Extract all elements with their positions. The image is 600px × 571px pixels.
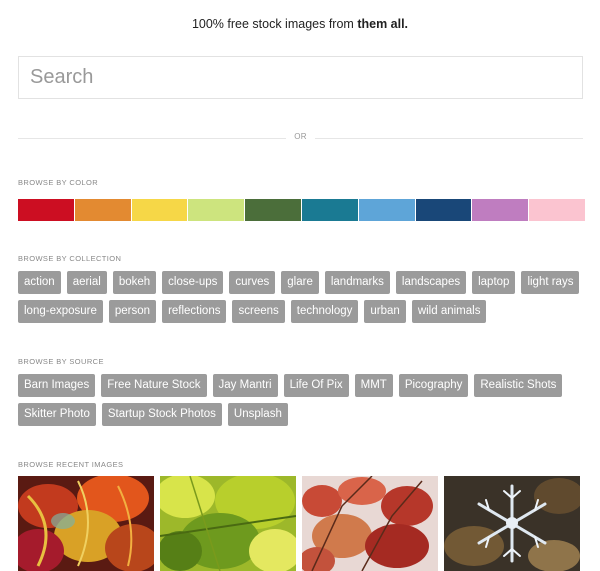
red-autumn-leaves-icon — [302, 476, 438, 571]
collection-tag-list: action aerial bokeh close-ups curves glare lan… — [18, 271, 588, 329]
color-swatch-4[interactable] — [188, 199, 245, 221]
collection-tag[interactable]: technology — [290, 300, 359, 323]
source-tag[interactable]: Free Nature Stock — [101, 374, 207, 397]
recent-image-green-leaves[interactable] — [160, 476, 296, 571]
snowflake-ornament-icon — [444, 476, 580, 571]
or-divider: OR — [18, 131, 583, 145]
collection-tag[interactable]: close-ups — [162, 271, 224, 294]
source-tag[interactable]: Unsplash — [227, 403, 288, 426]
collection-tag[interactable]: landmarks — [324, 271, 390, 294]
color-palette — [18, 199, 585, 221]
recent-images — [18, 476, 583, 571]
divider-line-right — [315, 138, 583, 139]
recent-image-colorful-leaves[interactable] — [18, 476, 154, 571]
source-tag[interactable]: Life Of Pix — [283, 374, 349, 397]
collection-tag[interactable]: long-exposure — [18, 300, 103, 323]
collection-tag[interactable]: light rays — [521, 271, 580, 294]
browse-by-source-label: BROWSE BY SOURCE — [18, 357, 104, 366]
source-tag[interactable]: Jay Mantri — [212, 374, 278, 397]
source-tag[interactable]: Barn Images — [18, 374, 96, 397]
color-swatch-6[interactable] — [301, 199, 358, 221]
source-tag[interactable]: Picography — [398, 374, 469, 397]
collection-tag[interactable]: person — [108, 300, 157, 323]
collection-tag[interactable]: urban — [364, 300, 406, 323]
browse-by-color-label: BROWSE BY COLOR — [18, 178, 99, 187]
collection-tag[interactable]: wild animals — [411, 300, 487, 323]
or-label: OR — [294, 132, 307, 141]
recent-image-red-leaves[interactable] — [302, 476, 438, 571]
search-input[interactable] — [19, 57, 582, 98]
browse-by-collection-label: BROWSE BY COLLECTION — [18, 254, 122, 263]
collection-tag[interactable]: curves — [229, 271, 276, 294]
tagline-prefix: 100% free stock images from — [191, 17, 358, 31]
recent-image-snowflake[interactable] — [444, 476, 580, 571]
source-tag[interactable]: MMT — [354, 374, 393, 397]
color-swatch-1[interactable] — [18, 199, 74, 221]
source-tag-list: Barn Images Free Nature Stock Jay Mantri Li… — [18, 374, 588, 432]
collection-tag[interactable]: laptop — [472, 271, 516, 294]
collection-tag[interactable]: screens — [232, 300, 285, 323]
collection-tag[interactable]: aerial — [66, 271, 107, 294]
color-swatch-8[interactable] — [415, 199, 472, 221]
collection-tag[interactable]: reflections — [162, 300, 227, 323]
collection-tag[interactable]: bokeh — [112, 271, 157, 294]
tagline-emphasis: them all. — [357, 17, 409, 31]
search-box — [18, 56, 583, 99]
yellow-green-leaves-icon — [160, 476, 296, 571]
color-swatch-7[interactable] — [358, 199, 415, 221]
source-tag[interactable]: Skitter Photo — [18, 403, 96, 426]
source-tag[interactable]: Realistic Shots — [474, 374, 563, 397]
tagline: 100% free stock images from them all. — [0, 17, 600, 31]
collection-tag[interactable]: action — [18, 271, 61, 294]
color-swatch-3[interactable] — [131, 199, 188, 221]
colorful-leaves-icon — [18, 476, 154, 571]
collection-tag[interactable]: landscapes — [395, 271, 467, 294]
color-swatch-5[interactable] — [245, 199, 301, 221]
browse-recent-label: BROWSE RECENT IMAGES — [18, 460, 124, 469]
color-swatch-9[interactable] — [472, 199, 529, 221]
page: 100% free stock images from them all. OR… — [0, 0, 600, 571]
collection-tag[interactable]: glare — [281, 271, 319, 294]
color-swatch-2[interactable] — [74, 199, 131, 221]
source-tag[interactable]: Startup Stock Photos — [101, 403, 222, 426]
color-swatch-10[interactable] — [529, 199, 585, 221]
